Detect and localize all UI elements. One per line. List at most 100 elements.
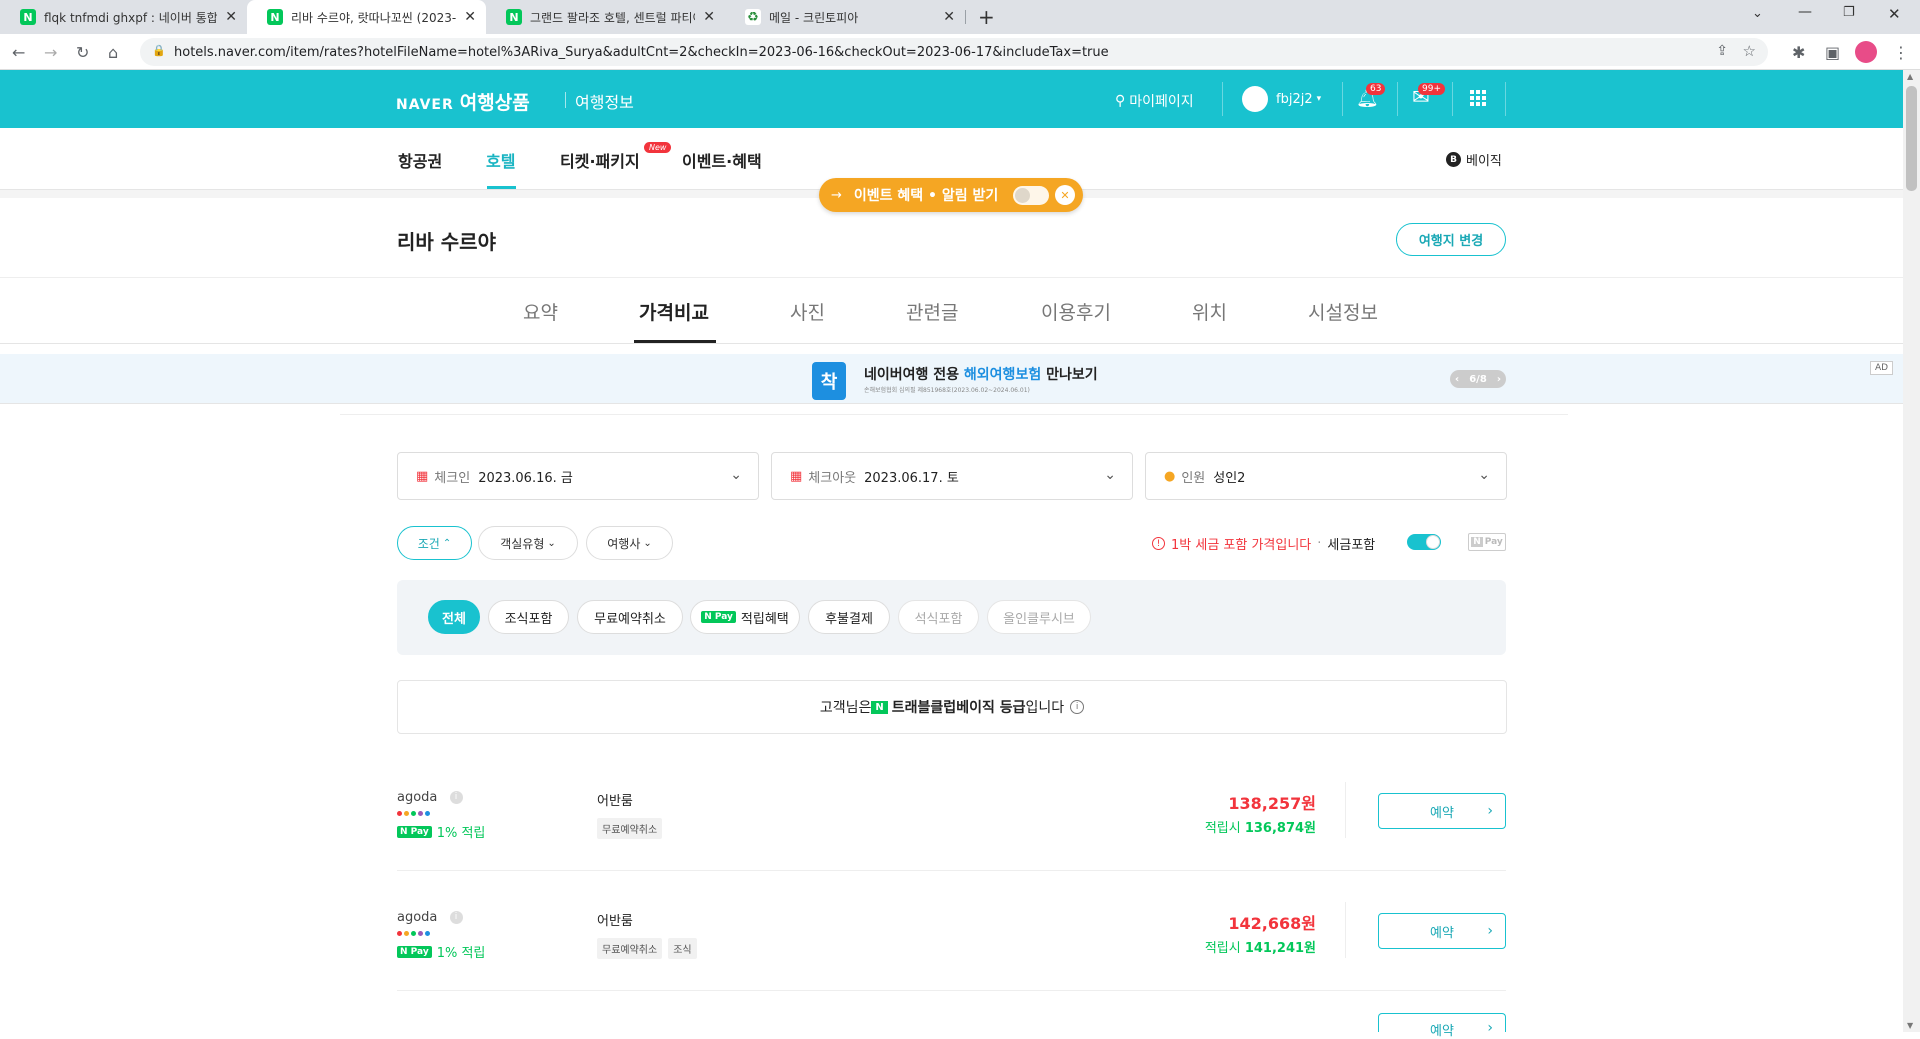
ad-banner[interactable]: 착 네이버여행 전용 해외여행보험 만나보기 손해보험협회 심의필 제85196…	[0, 354, 1903, 404]
reserve-button[interactable]: 예약 ›	[1378, 913, 1506, 949]
ad-text: 네이버여행 전용 해외여행보험 만나보기	[864, 367, 1098, 383]
tab-summary[interactable]: 요약	[523, 298, 558, 325]
chip-all[interactable]: 전체	[428, 600, 480, 634]
room-name: 어반룸	[597, 794, 633, 809]
room-type-filter-button[interactable]: 객실유형 ⌄	[478, 526, 578, 560]
reserve-button[interactable]: 예약 ›	[1378, 1013, 1506, 1039]
tab-search-icon[interactable]: ⌄	[1752, 6, 1763, 21]
room-tags: 무료예약취소	[597, 818, 668, 839]
chip-postpay[interactable]: 후불결제	[808, 600, 890, 634]
checkout-value: 2023.06.17. 토	[864, 470, 959, 486]
back-icon[interactable]: ←	[12, 43, 25, 62]
tax-toggle-label: 세금포함	[1327, 538, 1376, 553]
mypage-link[interactable]: ⚲ 마이페이지	[1115, 91, 1194, 111]
tab-photos[interactable]: 사진	[790, 298, 825, 325]
close-tab-icon[interactable]: ✕	[943, 9, 955, 25]
close-tab-icon[interactable]: ✕	[703, 9, 715, 25]
caret-down-icon: ▾	[1316, 94, 1322, 104]
chip-reward[interactable]: N Pay 적립혜택	[690, 600, 800, 634]
chip-all-inclusive[interactable]: 올인클루시브	[987, 600, 1091, 634]
logo[interactable]: NAVER 여행상품	[396, 88, 530, 115]
checkout-dropdown[interactable]: ▦ 체크아웃 2023.06.17. 토 ⌄	[771, 452, 1133, 500]
info-icon[interactable]: i	[449, 911, 463, 924]
browser-tab-3[interactable]: ♻ 메일 - 크린토피아 ✕	[725, 0, 965, 34]
membership-grade: 베이직 등급	[956, 700, 1026, 716]
condition-filter-button[interactable]: 조건 ⌃	[397, 526, 472, 560]
event-toggle[interactable]	[1013, 186, 1049, 205]
close-tab-icon[interactable]: ✕	[225, 9, 237, 25]
info-icon[interactable]: i	[449, 791, 463, 804]
mail-count-badge: 99+	[1418, 83, 1445, 95]
tab-facilities[interactable]: 시설정보	[1308, 298, 1378, 325]
naver-favicon-icon: N	[506, 9, 522, 25]
tab-price-compare[interactable]: 가격비교	[639, 298, 709, 325]
tax-include-toggle[interactable]	[1407, 534, 1441, 550]
browser-tab-1-active[interactable]: N 리바 수르야, 랏따나꼬씬 (2023-06... ✕	[247, 0, 486, 34]
naver-logo: NAVER	[396, 97, 454, 113]
page-scrollbar[interactable]: ▲ ▼	[1903, 70, 1920, 1032]
browser-tab-0[interactable]: N flqk tnfmdi ghxpf : 네이버 통합검색 ✕	[0, 0, 247, 34]
member-grade[interactable]: B 베이직	[1446, 150, 1502, 169]
agency-filter-button[interactable]: 여행사 ⌄	[586, 526, 673, 560]
close-window-icon[interactable]: ✕	[1888, 5, 1901, 23]
browser-tab-2[interactable]: N 그랜드 팔라조 호텔, 센트럴 파티야... ✕	[486, 0, 725, 34]
notification-count-badge: 63	[1366, 83, 1386, 95]
checkin-label: 체크인	[434, 470, 471, 486]
reload-icon[interactable]: ↻	[76, 43, 89, 62]
reserve-button[interactable]: 예약 ›	[1378, 793, 1506, 829]
npay-filter-icon[interactable]: N Pay	[1468, 533, 1506, 551]
close-banner-icon[interactable]: ✕	[1055, 185, 1075, 205]
guest-label: 인원	[1181, 470, 1206, 486]
restore-icon[interactable]: ❐	[1843, 5, 1855, 20]
tab-title: 리바 수르야, 랏따나꼬씬 (2023-06...	[291, 10, 457, 25]
ad-pager[interactable]: ‹ 6/8 ›	[1450, 370, 1506, 388]
calendar-icon: ▦	[416, 468, 429, 484]
new-tab-icon[interactable]: +	[978, 5, 995, 29]
room-name: 어반룸	[597, 914, 633, 929]
app-grid-icon[interactable]	[1470, 90, 1486, 106]
url-input[interactable]: 🔒 hotels.naver.com/item/rates?hotelFileN…	[140, 38, 1768, 66]
price: 142,668원	[1228, 914, 1316, 933]
chip-breakfast[interactable]: 조식포함	[488, 600, 569, 634]
chevron-down-icon: ⌄	[643, 537, 652, 549]
chip-dinner[interactable]: 석식포함	[898, 600, 979, 634]
profile-avatar-icon[interactable]	[1855, 41, 1877, 63]
chip-free-cancel[interactable]: 무료예약취소	[577, 600, 683, 634]
reward-price: 적립시 136,874원	[1204, 821, 1316, 836]
tab-title: 메일 - 크린토피아	[769, 10, 859, 25]
nav-ticket-package[interactable]: 티켓·패키지	[560, 148, 640, 172]
checkout-label: 체크아웃	[808, 470, 857, 486]
hotel-name: 리바 수르야	[397, 230, 496, 254]
minimize-icon[interactable]: —	[1798, 4, 1812, 20]
user-menu[interactable]: fbj2j2 ▾	[1242, 86, 1321, 112]
chevron-right-icon[interactable]: ›	[1497, 374, 1501, 385]
chevron-left-icon[interactable]: ‹	[1455, 374, 1459, 385]
sidepanel-icon[interactable]: ▣	[1825, 43, 1840, 62]
scroll-up-icon: ▲	[1907, 72, 1914, 81]
site-header: NAVER 여행상품 여행정보 ⚲ 마이페이지 fbj2j2 ▾ 🔔︎ 63 ✉…	[0, 70, 1903, 128]
bookmark-star-icon[interactable]: ☆	[1743, 42, 1756, 60]
home-icon[interactable]: ⌂	[108, 43, 118, 62]
close-tab-icon[interactable]: ✕	[464, 9, 476, 25]
forward-icon[interactable]: →	[44, 43, 57, 62]
nav-hotel[interactable]: 호텔	[486, 148, 515, 172]
checkin-dropdown[interactable]: ▦ 체크인 2023.06.16. 금 ⌄	[397, 452, 759, 500]
person-icon: ●	[1164, 468, 1176, 484]
nav-flight[interactable]: 항공권	[398, 148, 442, 172]
tab-reviews[interactable]: 이용후기	[1041, 298, 1111, 325]
guest-dropdown[interactable]: ● 인원 성인2 ⌄	[1145, 452, 1507, 500]
extensions-icon[interactable]: ✱	[1792, 43, 1805, 62]
nav-event[interactable]: 이벤트·혜택	[682, 148, 762, 172]
tab-location[interactable]: 위치	[1192, 298, 1227, 325]
scroll-thumb[interactable]	[1906, 86, 1917, 191]
info-icon[interactable]: i	[1070, 700, 1085, 714]
change-destination-button[interactable]: 여행지 변경	[1396, 223, 1506, 256]
event-notice-banner[interactable]: → 이벤트 혜택 • 알림 받기 ✕	[819, 178, 1083, 212]
browser-menu-icon[interactable]: ⋮	[1893, 43, 1909, 62]
membership-prefix: 고객님은	[819, 700, 872, 716]
share-icon[interactable]: ⇪	[1716, 43, 1728, 59]
tag-breakfast: 조식	[668, 938, 697, 959]
tab-related[interactable]: 관련글	[906, 298, 958, 325]
travel-info-link[interactable]: 여행정보	[575, 89, 634, 113]
agency-label: 여행사	[607, 536, 641, 551]
